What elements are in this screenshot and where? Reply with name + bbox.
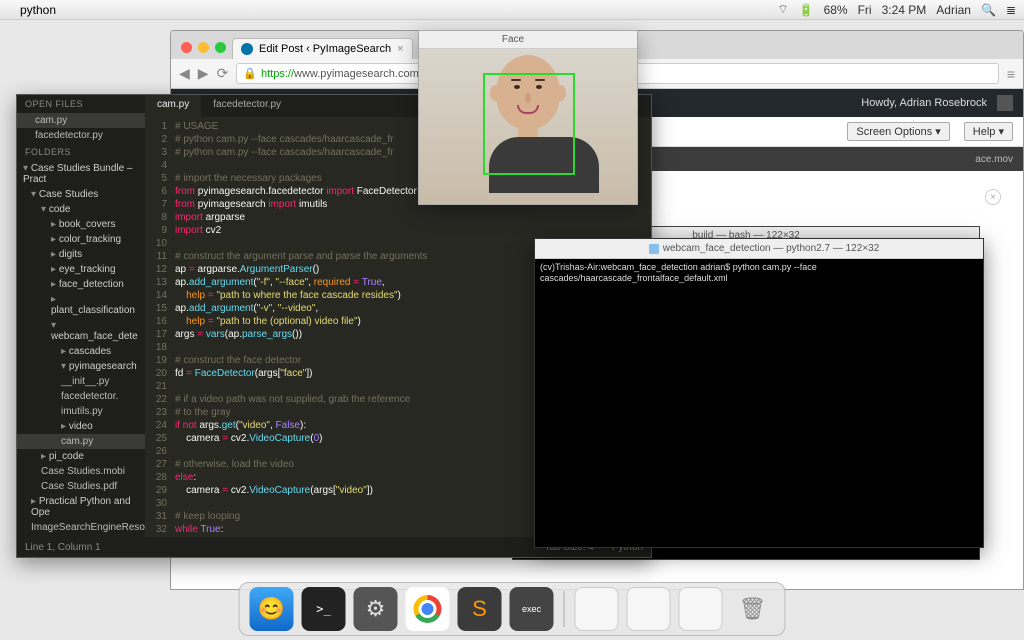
folder-item[interactable]: code: [17, 202, 145, 217]
finder-app-icon[interactable]: 😊: [250, 587, 294, 631]
folder-item[interactable]: plant_classification: [17, 292, 145, 318]
file-item[interactable]: Case Studies.pdf: [17, 479, 145, 494]
folders-header: FOLDERS: [17, 143, 145, 161]
help-button[interactable]: Help ▾: [964, 122, 1013, 141]
reload-button[interactable]: ⟳: [217, 65, 229, 82]
spotlight-icon[interactable]: 🔍: [981, 3, 996, 17]
dismiss-notice-icon[interactable]: ×: [985, 189, 1001, 205]
terminal-body[interactable]: (cv)Trishas-Air:webcam_face_detection ad…: [535, 259, 983, 287]
open-files-header: OPEN FILES: [17, 95, 145, 113]
folder-item[interactable]: Practical Python and Ope: [17, 494, 145, 520]
back-button[interactable]: ◀: [179, 65, 190, 82]
macos-menubar: python ⌔ 🔋 68% Fri 3:24 PM Adrian 🔍 ≣: [0, 0, 1024, 20]
folder-item[interactable]: cascades: [17, 344, 145, 359]
open-file-item[interactable]: cam.py: [17, 113, 145, 128]
file-item[interactable]: __init__.py: [17, 374, 145, 389]
battery-icon[interactable]: 🔋: [799, 3, 814, 17]
file-item[interactable]: imutils.py: [17, 404, 145, 419]
folder-item[interactable]: color_tracking: [17, 232, 145, 247]
face-detection-rect: [483, 73, 575, 175]
dock-minimized-window[interactable]: [575, 587, 619, 631]
trash-icon[interactable]: 🗑: [731, 587, 775, 631]
face-window-title: Face: [435, 34, 591, 45]
settings-app-icon[interactable]: ⚙: [354, 587, 398, 631]
tab-title: Edit Post ‹ PyImageSearch: [259, 43, 391, 55]
terminal-titlebar: webcam_face_detection — python2.7 — 122×…: [535, 239, 983, 259]
folder-item[interactable]: digits: [17, 247, 145, 262]
active-app-name[interactable]: python: [20, 3, 56, 17]
file-item[interactable]: cam.py: [17, 434, 145, 449]
exec-app-icon[interactable]: exec: [510, 587, 554, 631]
video-feed: [419, 49, 637, 204]
editor-tab[interactable]: cam.py: [145, 95, 201, 117]
folder-item[interactable]: Case Studies: [17, 187, 145, 202]
terminal-title: webcam_face_detection — python2.7 — 122×…: [663, 243, 880, 254]
chrome-app-icon[interactable]: [406, 587, 450, 631]
chrome-menu-icon[interactable]: ≡: [1007, 66, 1015, 82]
window-controls: [177, 42, 232, 59]
file-item[interactable]: facedetector.: [17, 389, 145, 404]
battery-percent: 68%: [824, 3, 848, 17]
avatar-icon[interactable]: [997, 95, 1013, 111]
notification-center-icon[interactable]: ≣: [1006, 3, 1016, 17]
dock-separator: [564, 591, 565, 627]
wordpress-favicon-icon: [241, 43, 253, 55]
dock-minimized-window[interactable]: [627, 587, 671, 631]
wp-howdy[interactable]: Howdy, Adrian Rosebrock: [861, 97, 987, 109]
minimize-icon[interactable]: [198, 42, 209, 53]
screen-options-button[interactable]: Screen Options ▾: [847, 122, 949, 141]
macos-dock: 😊 >_ ⚙ S exec 🗑: [239, 582, 786, 636]
source-code[interactable]: # USAGE # python cam.py --face cascades/…: [175, 120, 427, 537]
lock-icon: 🔒: [243, 68, 257, 80]
tab-close-icon[interactable]: ×: [397, 43, 403, 55]
close-icon[interactable]: [181, 42, 192, 53]
folder-item[interactable]: pi_code: [17, 449, 145, 464]
file-item[interactable]: Case Studies.mobi: [17, 464, 145, 479]
terminal-window-webcam: webcam_face_detection — python2.7 — 122×…: [534, 238, 984, 548]
face-window-titlebar: Face: [419, 31, 637, 49]
user-name[interactable]: Adrian: [936, 3, 971, 17]
sublime-app-icon[interactable]: S: [458, 587, 502, 631]
folder-item[interactable]: webcam_face_dete: [17, 318, 145, 344]
folder-item[interactable]: eye_tracking: [17, 262, 145, 277]
browser-tab[interactable]: Edit Post ‹ PyImageSearch ×: [232, 38, 413, 59]
sublime-sidebar[interactable]: OPEN FILES cam.pyfacedetector.py FOLDERS…: [17, 95, 145, 537]
open-file-item[interactable]: facedetector.py: [17, 128, 145, 143]
folder-item[interactable]: face_detection: [17, 277, 145, 292]
folder-item[interactable]: pyimagesearch: [17, 359, 145, 374]
file-item[interactable]: ImageSearchEngineReso: [17, 520, 145, 535]
zoom-icon[interactable]: [215, 42, 226, 53]
terminal-app-icon[interactable]: >_: [302, 587, 346, 631]
wifi-icon[interactable]: ⌔: [777, 2, 788, 17]
mov-hint: ace.mov: [975, 154, 1013, 165]
clock-day: Fri: [858, 3, 872, 17]
forward-button[interactable]: ▶: [198, 65, 209, 82]
folder-item[interactable]: book_covers: [17, 217, 145, 232]
dock-minimized-window[interactable]: [679, 587, 723, 631]
opencv-face-window: Face: [418, 30, 638, 205]
line-gutter: 1 2 3 4 5 6 7 8 9 10 11 12 13 14 15 16 1…: [145, 117, 171, 537]
editor-tab[interactable]: facedetector.py: [201, 95, 293, 117]
terminal-prompt-line: (cv)Trishas-Air:webcam_face_detection ad…: [540, 262, 817, 283]
folder-icon: [649, 244, 659, 254]
folder-item[interactable]: video: [17, 419, 145, 434]
status-position: Line 1, Column 1: [25, 542, 101, 553]
clock-time[interactable]: 3:24 PM: [882, 3, 927, 17]
folder-item[interactable]: Case Studies Bundle – Pract: [17, 161, 145, 187]
